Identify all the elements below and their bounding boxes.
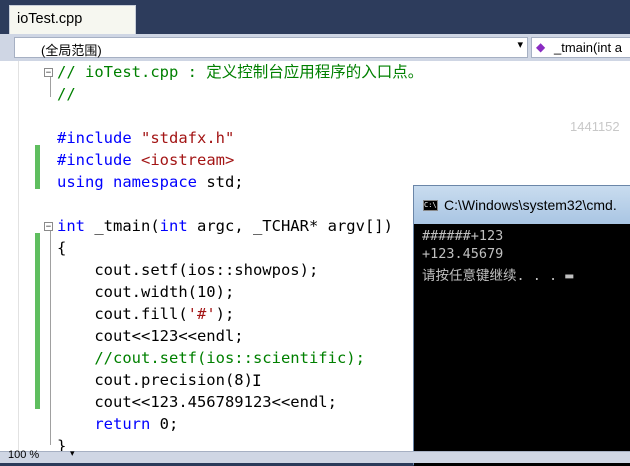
code-line: cout.precision(8) [57,369,253,391]
code-token: using namespace [57,173,207,191]
code-token: ); [215,305,235,323]
code-token: cout<<123<<endl; [57,327,244,345]
scope-value: (全局范围) [41,43,102,58]
code-token: #include [57,129,141,147]
code-line: #include <iostream> [57,149,234,171]
code-token: // [57,85,76,103]
code-line: return 0; [57,413,178,435]
code-token: cout.fill( [57,305,188,323]
code-line: // ioTest.cpp : 定义控制台应用程序的入口点。 [57,61,423,83]
console-app-icon: C:\ [423,200,438,211]
code-line: cout.fill('#'); [57,303,234,325]
code-token: <iostream> [141,151,235,169]
tab-title: ioTest.cpp [17,11,83,27]
code-token: std; [206,173,244,191]
code-token: return [94,415,151,433]
code-token: "stdafx.h" [141,129,235,147]
code-line: cout.width(10); [57,281,234,303]
code-token: 0; [150,415,179,433]
code-token: int [159,217,188,235]
code-line: int _tmain(int argc, _TCHAR* argv[]) [57,215,393,237]
console-line: +123.45679 [422,246,504,262]
collapse-toggle-icon[interactable]: − [44,68,53,78]
console-title: C:\Windows\system32\cmd. [444,197,617,213]
text-cursor-icon: I [252,371,262,390]
code-token: //cout.setf(ios::scientific); [57,349,365,367]
code-line: cout<<123<<endl; [57,325,244,347]
navigation-bar: (全局范围) ▾ ◆ _tmain(int a [0,34,630,61]
code-line: { [57,237,66,259]
code-line: cout<<123.456789123<<endl; [57,391,337,413]
console-window[interactable]: C:\ C:\Windows\system32\cmd. ######+123 … [413,185,630,466]
outline-guide [50,75,51,97]
code-token: _tmain( [85,217,160,235]
change-indicator [35,233,40,409]
watermark: 1441152 [570,119,620,134]
dropdown-arrow-icon[interactable]: ▾ [517,38,523,51]
code-token: { [57,239,67,257]
code-token: cout.precision(8) [57,371,253,389]
zoom-level[interactable]: 100 % [8,449,39,461]
tab-iotest-cpp[interactable]: ioTest.cpp [9,5,136,34]
console-titlebar[interactable]: C:\ C:\Windows\system32\cmd. [414,186,630,224]
code-line: cout.setf(ios::showpos); [57,259,318,281]
function-icon: ◆ [536,40,546,54]
function-dropdown[interactable]: ◆ _tmain(int a [531,37,630,58]
scope-dropdown[interactable]: (全局范围) ▾ [14,37,528,58]
code-line: using namespace std; [57,171,244,193]
code-token: argc, _TCHAR* argv[]) [187,217,393,235]
code-line: // [57,83,76,105]
code-token: #include [57,151,141,169]
tab-strip: ioTest.cpp [0,0,630,34]
code-token: cout.setf(ios::showpos); [57,261,319,279]
code-token: // ioTest.cpp : 定义控制台应用程序的入口点。 [57,63,424,81]
code-token: cout.width(10); [57,283,235,301]
console-line: 请按任意键继续. . . ▬ [422,268,574,284]
outline-guide [50,229,51,445]
collapse-toggle-icon[interactable]: − [44,222,53,232]
selection-margin [0,61,19,451]
function-value: _tmain(int a [554,40,622,55]
code-token: '#' [187,305,216,323]
console-output: ######+123 +123.45679 请按任意键继续. . . ▬ [414,224,630,466]
zoom-dropdown-icon[interactable]: ▾ [70,449,75,459]
code-line: #include "stdafx.h" [57,127,234,149]
change-indicator [35,145,40,189]
code-line: //cout.setf(ios::scientific); [57,347,365,369]
status-bar: 100 % ▾ [0,449,630,463]
console-line: ######+123 [422,228,504,244]
code-token: cout<<123.456789123<<endl; [57,393,337,411]
code-token: int [57,217,85,235]
